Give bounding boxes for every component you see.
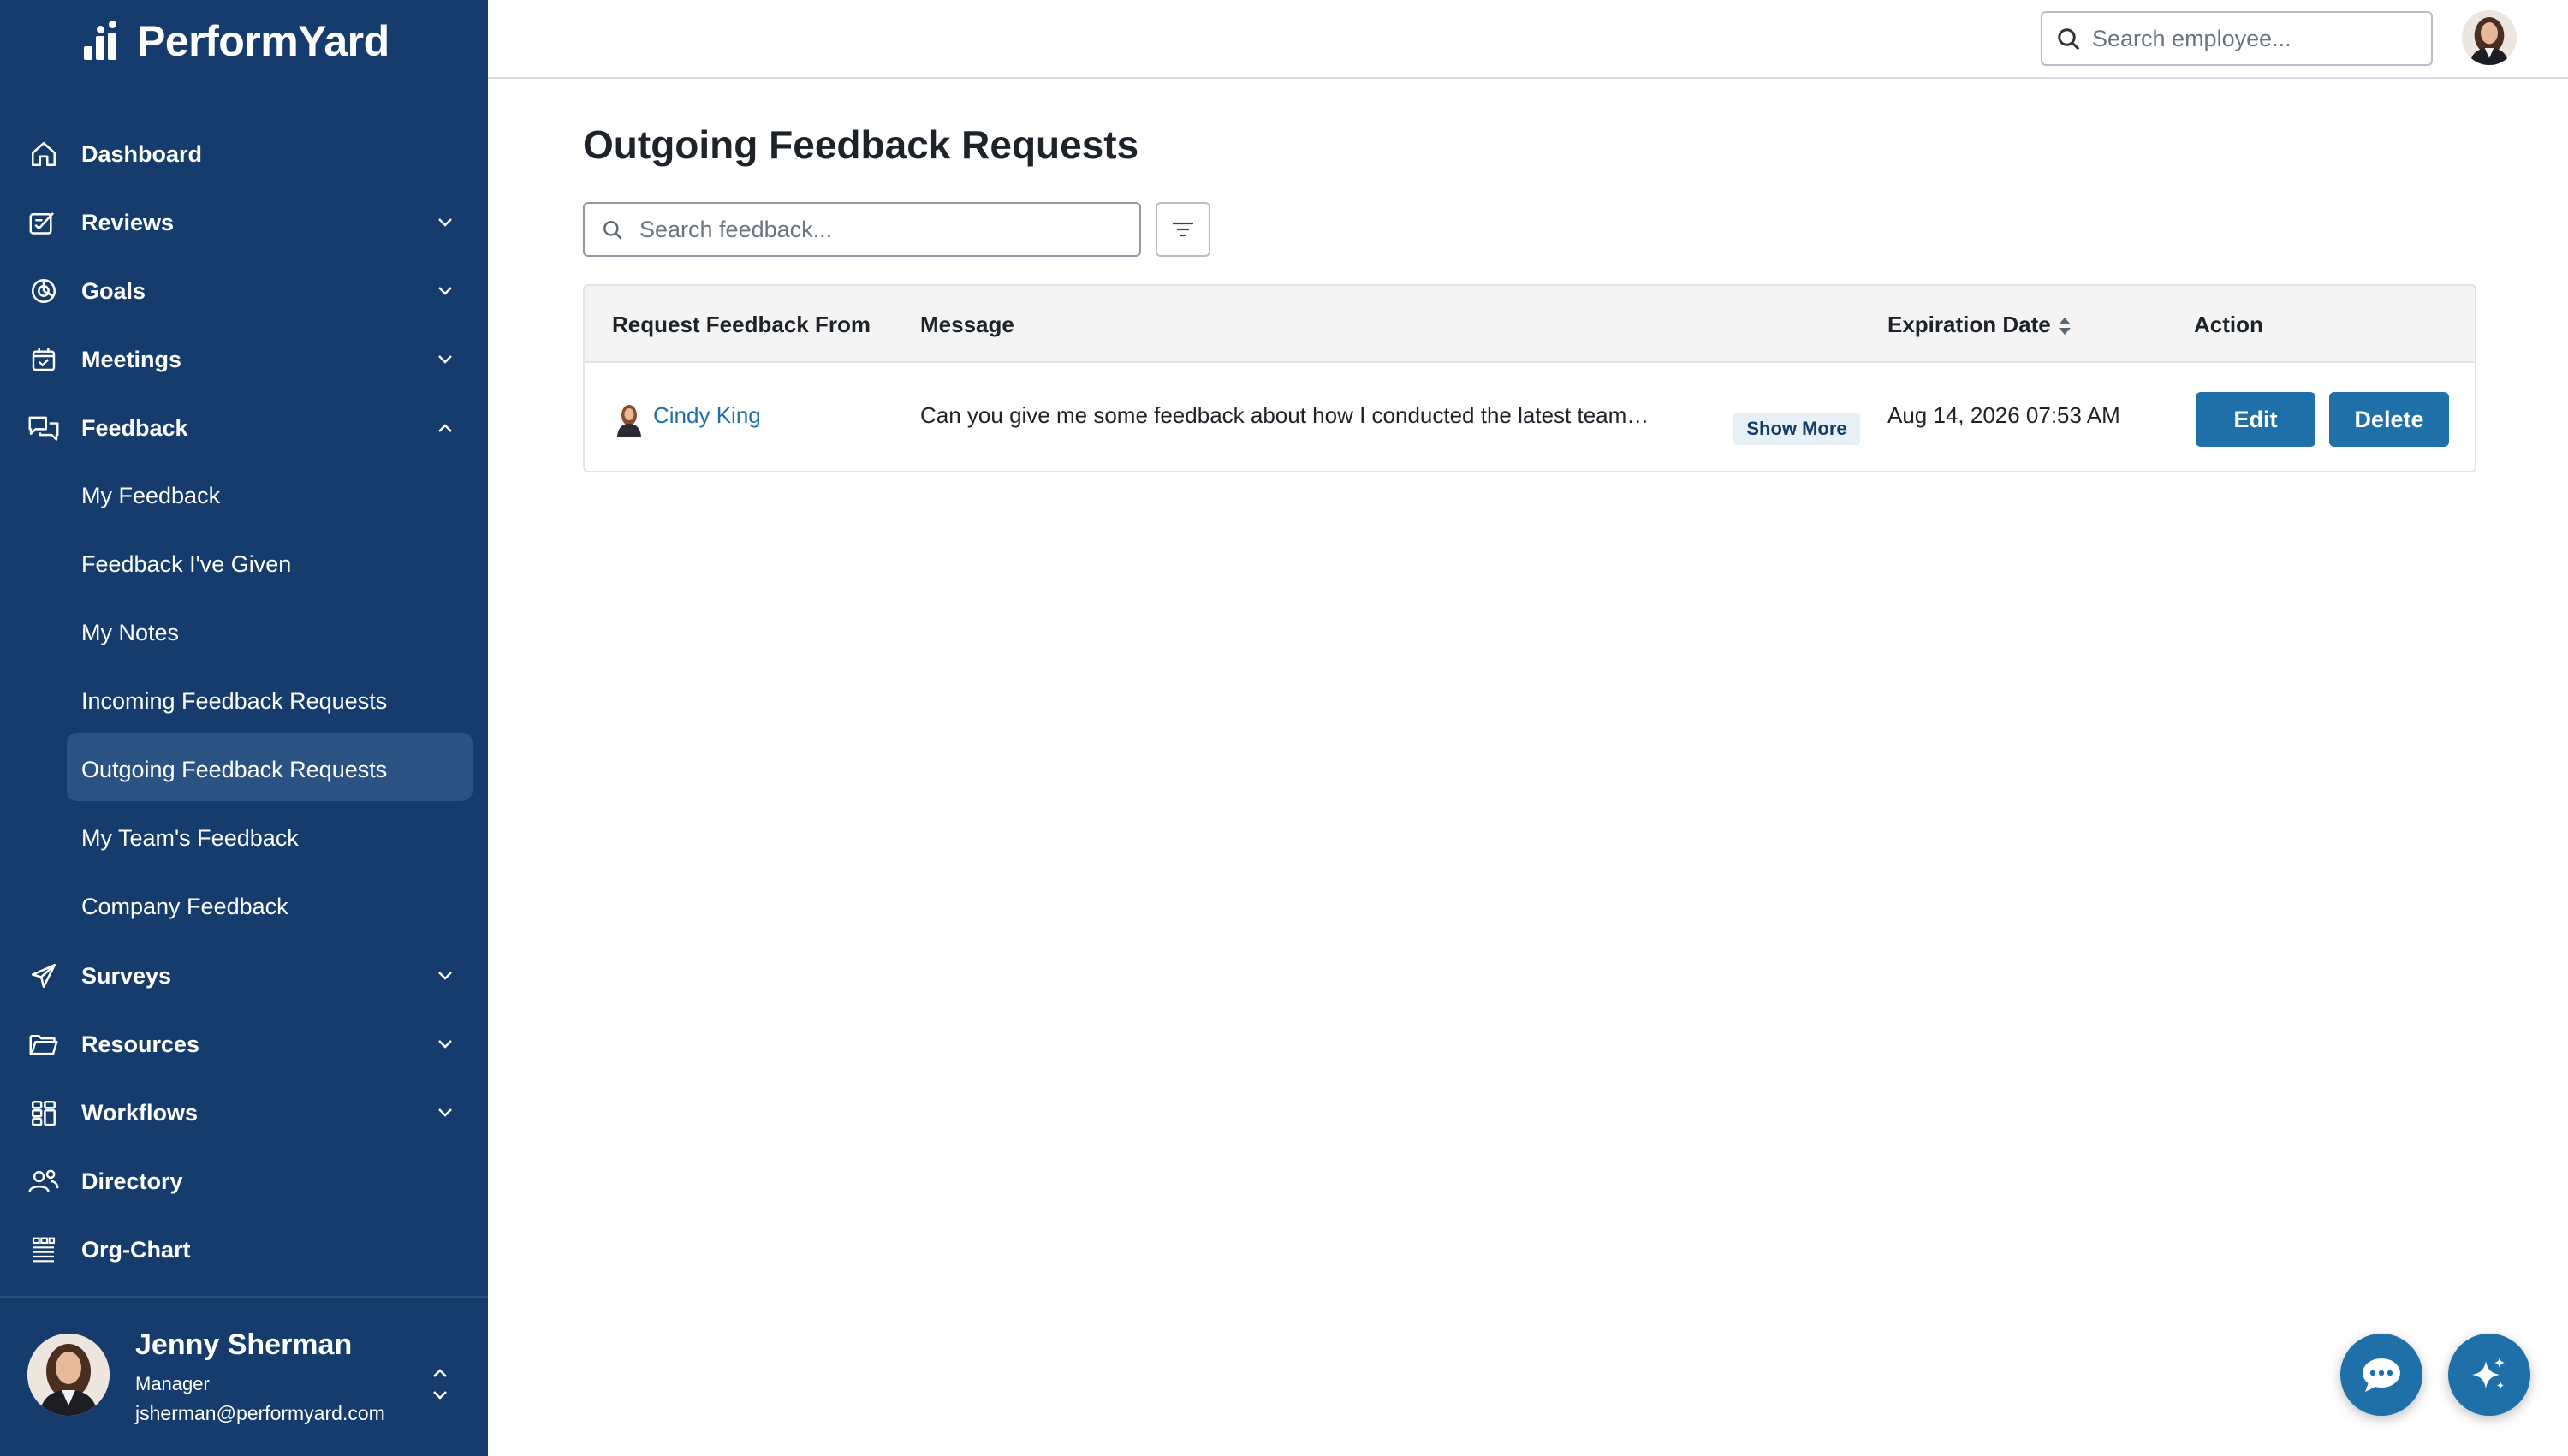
column-header-message: Message: [920, 312, 1014, 337]
requestee-link[interactable]: Cindy King: [653, 402, 761, 429]
sidebar-item-label: Surveys: [81, 962, 172, 989]
sidebar-item-label: Reviews: [81, 209, 175, 235]
chat-icon: [2363, 1358, 2400, 1392]
avatar: [27, 1334, 110, 1416]
avatar: [617, 405, 641, 437]
chat-button[interactable]: [2340, 1334, 2422, 1416]
sidebar-subitem-label: My Team's Feedback: [81, 825, 299, 851]
sidebar-subitem-label: Outgoing Feedback Requests: [81, 757, 388, 782]
sidebar-item-workflows[interactable]: Workflows: [0, 1079, 488, 1147]
sidebar-item-label: Directory: [81, 1168, 183, 1194]
chevron-down-icon[interactable]: [435, 282, 455, 300]
sparkle-icon: [2472, 1358, 2505, 1389]
column-header-from: Request Feedback From: [612, 312, 871, 337]
sidebar-item-label: Goals: [81, 277, 146, 304]
chevron-down-icon[interactable]: [435, 214, 455, 231]
sidebar-item-surveys[interactable]: Surveys: [0, 942, 488, 1010]
sidebar-item-resources[interactable]: Resources: [0, 1010, 488, 1079]
chevron-down-icon[interactable]: [435, 351, 455, 368]
user-role: Manager: [135, 1373, 210, 1394]
sidebar-item-label: Feedback: [81, 414, 188, 441]
workflow-icon: [27, 1097, 60, 1128]
sort-icon[interactable]: [2056, 315, 2073, 337]
sidebar-subitem-my-notes[interactable]: My Notes: [67, 599, 473, 668]
calendar-icon: [27, 344, 60, 375]
sidebar-subitem-team-feedback[interactable]: My Team's Feedback: [67, 805, 473, 873]
org-chart-icon: [27, 1234, 60, 1265]
sidebar-item-feedback[interactable]: Feedback: [0, 394, 488, 462]
sidebar-subitem-incoming-requests[interactable]: Incoming Feedback Requests: [67, 668, 473, 736]
feedback-requests-table: Request Feedback From Message Expiration…: [583, 284, 2476, 472]
filter-icon: [1173, 222, 1193, 237]
goals-icon: [27, 276, 60, 306]
feedback-search[interactable]: [583, 202, 1141, 257]
feedback-search-input[interactable]: [639, 204, 1127, 255]
user-profile-card[interactable]: Jenny Sherman Manager jsherman@performya…: [0, 1298, 488, 1456]
chevron-down-icon[interactable]: [435, 1104, 455, 1121]
search-icon: [2058, 28, 2080, 51]
expiration-date: Aug 14, 2026 07:53 AM: [1887, 402, 2120, 428]
filter-button[interactable]: [1156, 202, 1210, 257]
sidebar-item-goals[interactable]: Goals: [0, 257, 488, 325]
ai-assistant-button[interactable]: [2448, 1334, 2530, 1416]
sidebar-subitem-label: My Notes: [81, 620, 180, 645]
sidebar-item-label: Meetings: [81, 346, 182, 372]
sidebar-subitem-label: My Feedback: [81, 483, 221, 508]
chevron-down-icon[interactable]: [435, 1036, 455, 1053]
user-name: Jenny Sherman: [135, 1328, 353, 1361]
show-more-button[interactable]: Show More: [1733, 413, 1860, 445]
folder-icon: [27, 1029, 60, 1060]
sidebar-subitem-feedback-given[interactable]: Feedback I've Given: [67, 531, 473, 599]
top-bar: [488, 0, 2568, 79]
column-header-action: Action: [2194, 312, 2263, 337]
sidebar-item-meetings[interactable]: Meetings: [0, 325, 488, 394]
people-icon: [27, 1166, 60, 1197]
sidebar-subitem-label: Feedback I've Given: [81, 551, 292, 577]
message-text: Can you give me some feedback about how …: [920, 402, 1650, 428]
logo-text: PerformYard: [137, 17, 389, 65]
send-icon: [27, 960, 60, 991]
sidebar-subitem-company-feedback[interactable]: Company Feedback: [67, 873, 473, 942]
table-row: Cindy King Can you give me some feedback…: [585, 365, 2475, 471]
performyard-logo[interactable]: PerformYard: [84, 15, 389, 67]
logo-bars-icon: [84, 21, 125, 62]
chevron-down-icon[interactable]: [435, 967, 455, 984]
sidebar-item-label: Workflows: [81, 1099, 199, 1126]
sidebar-item-org-chart[interactable]: Org-Chart: [0, 1215, 488, 1284]
home-icon: [27, 139, 60, 169]
sidebar-item-label: Org-Chart: [81, 1236, 191, 1263]
column-header-expiration[interactable]: Expiration Date: [1887, 312, 2051, 338]
chevron-up-icon[interactable]: [435, 419, 455, 437]
delete-button[interactable]: Delete: [2329, 392, 2449, 447]
sidebar-subitem-label: Incoming Feedback Requests: [81, 688, 388, 714]
page-title: Outgoing Feedback Requests: [583, 122, 1139, 167]
feedback-icon: [27, 413, 60, 443]
sidebar: PerformYard Dashboard Reviews Goals Meet…: [0, 0, 488, 1456]
sidebar-item-label: Dashboard: [81, 140, 203, 167]
sidebar-item-directory[interactable]: Directory: [0, 1147, 488, 1215]
sidebar-item-dashboard[interactable]: Dashboard: [0, 120, 488, 188]
sidebar-item-label: Resources: [81, 1031, 200, 1057]
edit-button[interactable]: Edit: [2196, 392, 2315, 447]
employee-search[interactable]: [2041, 11, 2433, 66]
sidebar-subitem-label: Company Feedback: [81, 894, 288, 919]
sidebar-item-reviews[interactable]: Reviews: [0, 188, 488, 257]
search-icon: [603, 221, 622, 240]
sidebar-subitem-outgoing-requests[interactable]: Outgoing Feedback Requests: [67, 733, 473, 801]
table-header: Request Feedback From Message Expiration…: [585, 286, 2475, 363]
avatar[interactable]: [2462, 10, 2517, 65]
employee-search-input[interactable]: [2092, 13, 2426, 64]
sidebar-subitem-my-feedback[interactable]: My Feedback: [67, 462, 473, 531]
review-icon: [27, 207, 60, 238]
expand-collapse-icon[interactable]: [428, 1358, 452, 1409]
user-email: jsherman@performyard.com: [135, 1402, 385, 1424]
